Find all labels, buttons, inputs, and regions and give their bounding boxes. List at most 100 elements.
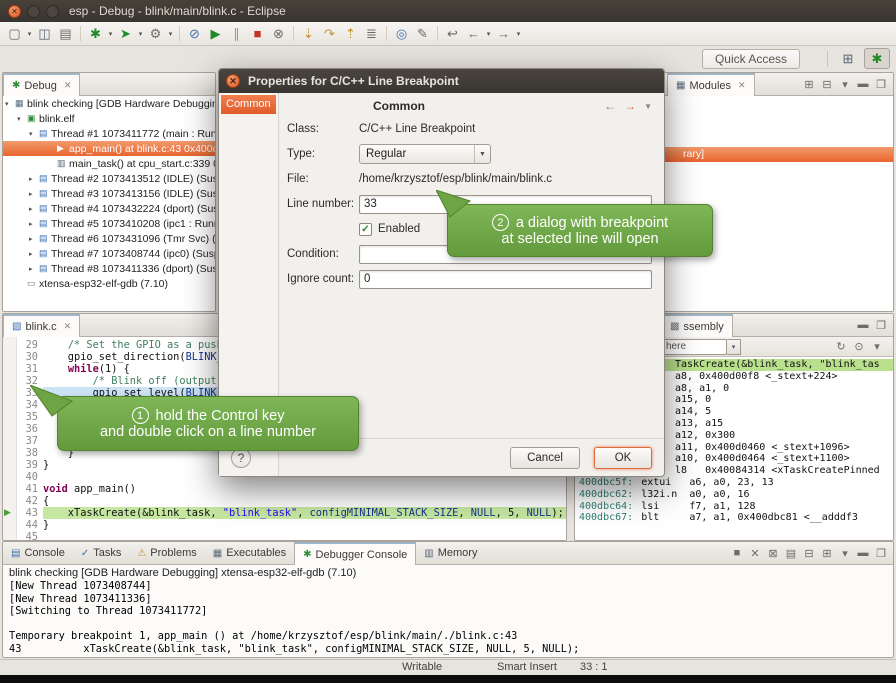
toolbar-separator[interactable]	[179, 26, 180, 41]
maximize-button[interactable]: ❐	[873, 545, 889, 561]
external-tools-dropdown[interactable]: ▾	[166, 24, 175, 44]
debug-perspective-icon[interactable]: ✱	[864, 48, 890, 69]
toolbar-separator[interactable]	[293, 26, 294, 41]
debug-tree-item[interactable]: ▸ ▤ Thread #2 1073413512 (IDLE) (Suspend…	[3, 171, 215, 186]
code-line[interactable]: 44 }	[17, 519, 566, 531]
debug-tree-item[interactable]: ▸ ▤ Thread #5 1073410208 (ipc1 : Running…	[3, 216, 215, 231]
remove-all-terminated-button[interactable]: ⊠	[765, 545, 781, 561]
console-tab[interactable]: ▤ Console	[3, 542, 73, 564]
view-menu-button[interactable]: ▾	[869, 339, 885, 355]
expand-arrow-icon[interactable]: ▸	[29, 265, 39, 273]
window-titlebar[interactable]: ✕ esp - Debug - blink/main/blink.c - Ecl…	[0, 0, 896, 22]
expand-arrow-icon[interactable]: ▸	[29, 235, 39, 243]
debug-tree-item[interactable]: ▭ xtensa-esp32-elf-gdb (7.10)	[3, 276, 215, 291]
tab-blink-c[interactable]: ▧ blink.c ✕	[3, 314, 80, 337]
back-icon[interactable]: ←	[604, 99, 616, 113]
expand-arrow-icon[interactable]: ▾	[5, 100, 15, 108]
tab-debug[interactable]: ✱ Debug ✕	[3, 73, 80, 96]
run-button[interactable]: ➤	[115, 24, 136, 44]
code-line[interactable]: 45	[17, 531, 566, 540]
debug-tree-item[interactable]: ▶ app_main() at blink.c:43 0x400dbc5f	[3, 141, 215, 156]
console-tab[interactable]: ▥ Memory	[416, 542, 485, 564]
external-tools-button[interactable]: ⚙	[145, 24, 166, 44]
window-minimize-button[interactable]	[27, 5, 40, 18]
forward-button[interactable]: →	[493, 24, 514, 44]
line-number[interactable]: 36	[17, 423, 43, 435]
search-button[interactable]: ◎	[391, 24, 412, 44]
line-number[interactable]: 42	[17, 495, 43, 507]
debug-tree-item[interactable]: ▸ ▤ Thread #8 1073411336 (dport) (Suspen…	[3, 261, 215, 276]
minimize-button[interactable]: ▬	[855, 317, 871, 333]
window-close-button[interactable]: ✕	[8, 5, 21, 18]
show-source-button[interactable]: ⊙	[851, 339, 867, 355]
new-wizard-dropdown[interactable]: ▾	[25, 24, 34, 44]
resume-button[interactable]: ▶	[205, 24, 226, 44]
back-dropdown[interactable]: ▾	[484, 24, 493, 44]
refresh-button[interactable]: ↻	[833, 339, 849, 355]
terminate-button[interactable]: ■	[247, 24, 268, 44]
scroll-lock-button[interactable]: ⊟	[801, 545, 817, 561]
line-number[interactable]: 30	[17, 351, 43, 363]
expand-arrow-icon[interactable]: ▸	[29, 175, 39, 183]
dialog-close-button[interactable]: ✕	[226, 74, 240, 88]
last-edit-location-button[interactable]: ↩	[442, 24, 463, 44]
print-button[interactable]: ▤	[55, 24, 76, 44]
debug-tree-item[interactable]: ▾ ▣ blink.elf	[3, 111, 215, 126]
debug-tree-item[interactable]: ▸ ▤ Thread #7 1073408744 (ipc0) (Suspend…	[3, 246, 215, 261]
view-menu-icon[interactable]: ▼	[644, 99, 652, 113]
toolbar-separator[interactable]	[386, 26, 387, 41]
forward-dropdown[interactable]: ▾	[514, 24, 523, 44]
expand-arrow-icon[interactable]: ▾	[29, 130, 39, 138]
line-number[interactable]: 44	[17, 519, 43, 531]
open-perspective-icon[interactable]: ⊞	[835, 48, 861, 69]
back-button[interactable]: ←	[463, 24, 484, 44]
debug-tree-item[interactable]: ▸ ▤ Thread #4 1073432224 (dport) (Suspen…	[3, 201, 215, 216]
debug-button[interactable]: ✱	[85, 24, 106, 44]
expand-arrow-icon[interactable]: ▾	[17, 115, 27, 123]
debug-tree-item[interactable]: ▾ ▦ blink checking [GDB Hardware Debuggi…	[3, 96, 215, 111]
maximize-button[interactable]: ❐	[873, 317, 889, 333]
expand-arrow-icon[interactable]: ▸	[29, 205, 39, 213]
run-dropdown[interactable]: ▾	[136, 24, 145, 44]
clear-console-button[interactable]: ▤	[783, 545, 799, 561]
console-tab[interactable]: ✱ Debugger Console	[294, 542, 416, 565]
console-output[interactable]: blink checking [GDB Hardware Debugging] …	[3, 565, 893, 657]
code-line[interactable]: 42 {	[17, 495, 566, 507]
suspend-button[interactable]: ∥	[226, 24, 247, 44]
ignore-count-input[interactable]: 0	[359, 270, 652, 289]
console-tab[interactable]: ▦ Executables	[205, 542, 294, 564]
quick-access-button[interactable]: Quick Access	[702, 49, 800, 69]
skip-breakpoints-button[interactable]: ⊘	[184, 24, 205, 44]
toolbar-separator[interactable]	[437, 26, 438, 41]
enabled-checkbox[interactable]: ✓	[359, 223, 372, 236]
expand-arrow-icon[interactable]: ▸	[29, 190, 39, 198]
step-over-button[interactable]: ↷	[319, 24, 340, 44]
nav-item-common[interactable]: Common	[221, 95, 276, 114]
debug-tree-item[interactable]: ▸ ▤ Thread #6 1073431096 (Tmr Svc) (Susp…	[3, 231, 215, 246]
maximize-button[interactable]: ❐	[873, 76, 889, 92]
forward-icon[interactable]: →	[624, 99, 636, 113]
debug-tree-item[interactable]: ▥ main_task() at cpu_start.c:339 0x4...	[3, 156, 215, 171]
dialog-titlebar[interactable]: ✕ Properties for C/C++ Line Breakpoint	[219, 69, 664, 93]
step-return-button[interactable]: ⇡	[340, 24, 361, 44]
collapse-all-button[interactable]: ⊟	[819, 76, 835, 92]
cancel-button[interactable]: Cancel	[510, 447, 580, 469]
location-dropdown-icon[interactable]: ▾	[727, 339, 741, 355]
line-number[interactable]: 31	[17, 363, 43, 375]
tab-disassembly[interactable]: ▩ ssembly	[661, 314, 733, 337]
line-number[interactable]: 45	[17, 531, 43, 540]
pin-console-button[interactable]: ⊞	[819, 545, 835, 561]
code-line[interactable]: 43 xTaskCreate(&blink_task, "blink_task"…	[17, 507, 566, 519]
window-maximize-button[interactable]	[46, 5, 59, 18]
tab-modules[interactable]: ▦ Modules ✕	[667, 73, 755, 96]
save-button[interactable]: ◫	[34, 24, 55, 44]
code-line[interactable]: 41 void app_main()	[17, 483, 566, 495]
annotation-ruler[interactable]: ▶	[3, 337, 17, 540]
expand-arrow-icon[interactable]: ▸	[29, 250, 39, 258]
line-number[interactable]: 37	[17, 435, 43, 447]
line-number[interactable]: 40	[17, 471, 43, 483]
debug-tree-item[interactable]: ▸ ▤ Thread #3 1073413156 (IDLE) (Suspend…	[3, 186, 215, 201]
expand-all-button[interactable]: ⊞	[801, 76, 817, 92]
disconnect-button[interactable]: ⊗	[268, 24, 289, 44]
display-console-dropdown[interactable]: ▾	[837, 545, 853, 561]
